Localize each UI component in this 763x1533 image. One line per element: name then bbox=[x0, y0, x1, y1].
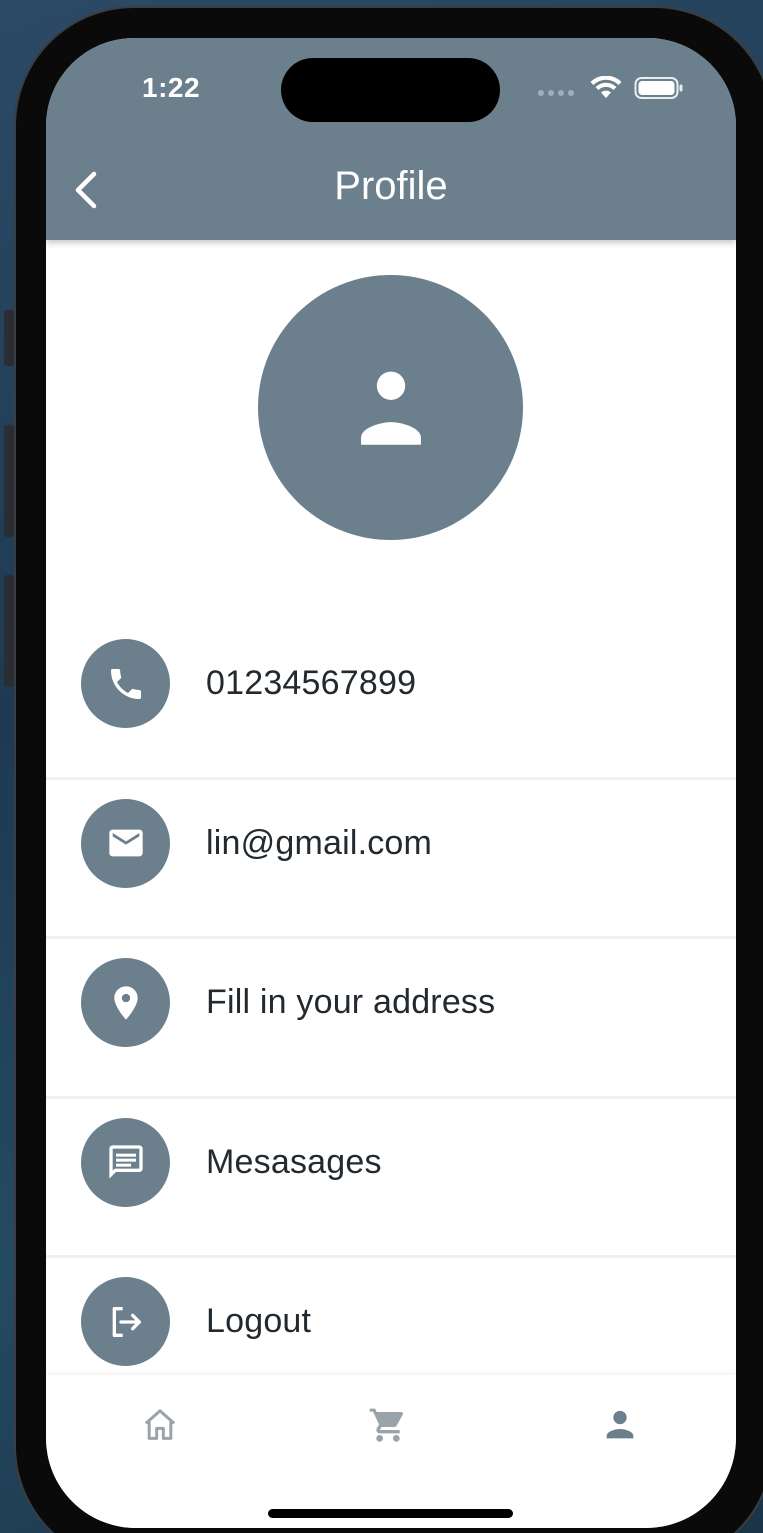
person-icon bbox=[360, 371, 421, 445]
list-item-email[interactable]: lin@gmail.com bbox=[46, 780, 736, 939]
status-time: 1:22 bbox=[142, 72, 201, 103]
dynamic-island bbox=[281, 58, 500, 122]
location-icon bbox=[113, 985, 138, 1020]
logout-icon bbox=[112, 1306, 141, 1337]
person-icon[interactable] bbox=[600, 1405, 640, 1445]
bottom-navigation bbox=[46, 1375, 736, 1528]
message-icon-circle bbox=[81, 1117, 170, 1207]
location-icon-circle bbox=[81, 958, 170, 1047]
phone-icon-circle bbox=[81, 639, 170, 728]
email-address: lin@gmail.com bbox=[206, 823, 433, 862]
status-icons bbox=[538, 76, 684, 100]
logout-icon-circle bbox=[81, 1277, 170, 1366]
wifi-icon bbox=[590, 76, 622, 98]
messages-label: Mesasages bbox=[206, 1142, 382, 1181]
mail-icon-circle bbox=[81, 798, 170, 888]
home-indicator bbox=[268, 1509, 513, 1518]
mail-icon bbox=[108, 829, 143, 857]
side-button-mute bbox=[4, 310, 14, 366]
list-item-phone[interactable]: 01234567899 bbox=[46, 620, 736, 780]
phone-icon bbox=[110, 668, 141, 699]
phone-number: 01234567899 bbox=[206, 664, 417, 702]
side-button-volume-down bbox=[4, 575, 14, 687]
app-screen: 1:22 Profile 01234567899 lin@gmail.com F… bbox=[46, 38, 736, 1528]
cart-icon[interactable] bbox=[368, 1405, 408, 1445]
address-placeholder: Fill in your address bbox=[206, 983, 496, 1021]
logout-label: Logout bbox=[206, 1302, 312, 1340]
battery-icon bbox=[634, 77, 683, 99]
list-item-address[interactable]: Fill in your address bbox=[46, 939, 736, 1099]
avatar[interactable] bbox=[258, 275, 523, 540]
profile-list: 01234567899 lin@gmail.com Fill in your a… bbox=[46, 620, 736, 1418]
cellular-signal-icon bbox=[538, 90, 574, 96]
app-bar: 1:22 Profile bbox=[46, 38, 736, 240]
home-icon[interactable] bbox=[140, 1405, 180, 1445]
page-title: Profile bbox=[334, 164, 448, 208]
message-icon bbox=[108, 1145, 143, 1179]
list-item-messages[interactable]: Mesasages bbox=[46, 1099, 736, 1258]
side-button-volume-up bbox=[4, 425, 14, 537]
